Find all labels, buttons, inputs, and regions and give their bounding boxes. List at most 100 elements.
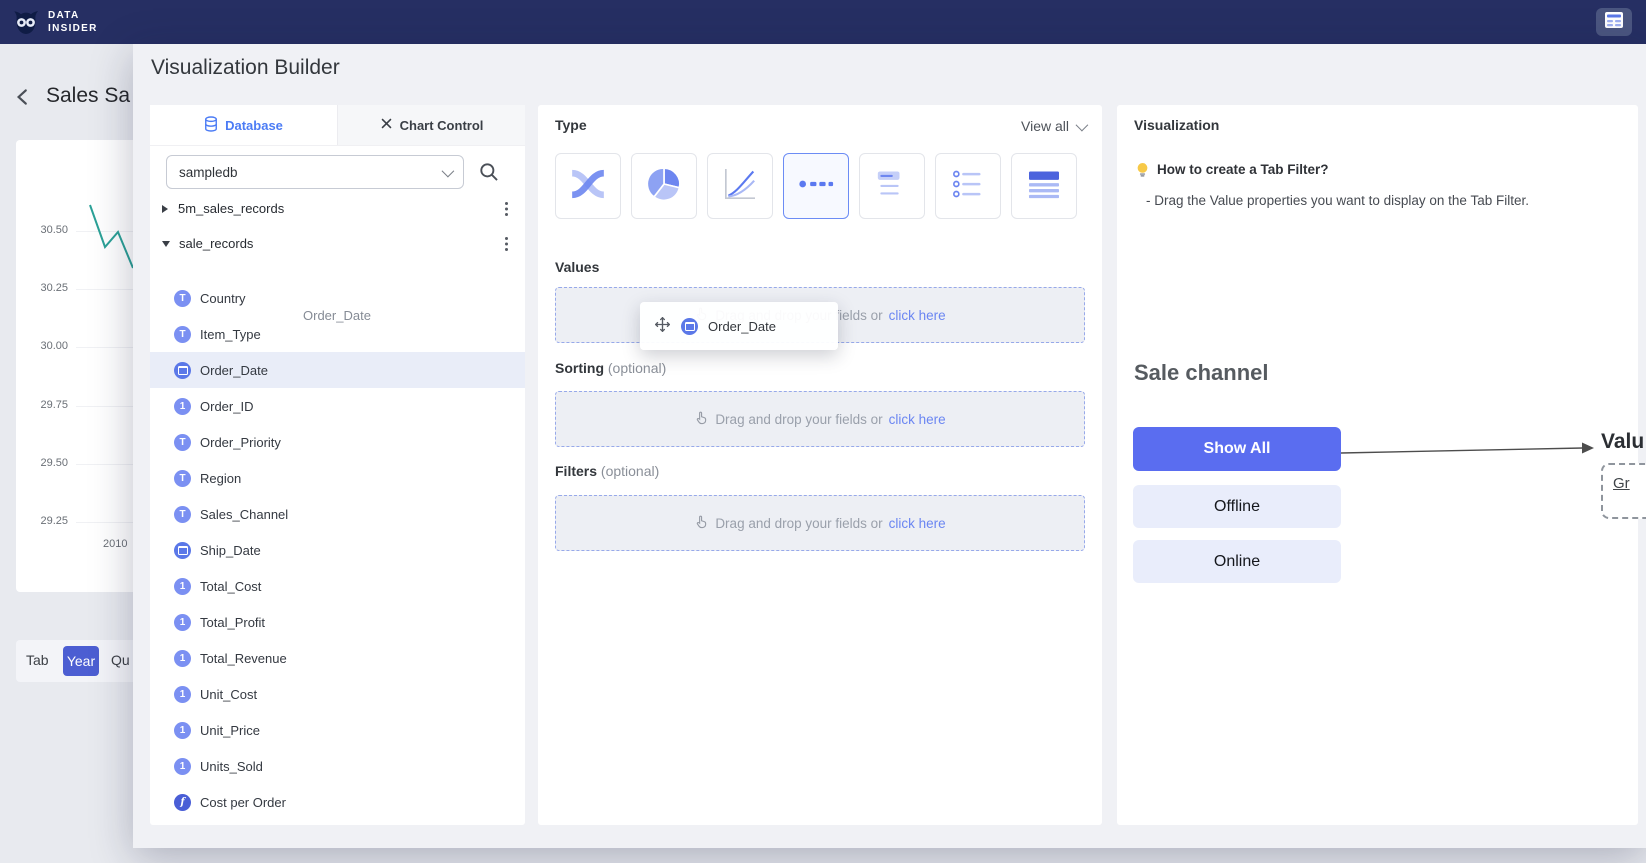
field-row-order-date[interactable]: Order_Date [150,352,525,388]
field-row-total-profit[interactable]: Total_Profit [150,604,525,640]
tab-database[interactable]: Database [150,105,337,145]
field-label: Order_Date [200,363,268,378]
number-field-icon [174,686,191,703]
field-row-unit-price[interactable]: Unit_Price [150,712,525,748]
view-all-button[interactable]: View all [1021,118,1085,134]
dropzone-text: Drag and drop your fields or [715,412,882,427]
line-chart-icon [720,164,760,209]
chevron-down-icon [442,164,455,177]
tab-chart-control-label: Chart Control [400,118,484,133]
filters-dropzone[interactable]: Drag and drop your fields or click here [555,495,1085,551]
field-label: Total_Revenue [200,651,287,666]
annotation-label: Valu [1601,430,1644,454]
annotation-arrow [1341,439,1595,461]
number-field-icon [174,758,191,775]
tab-filter-icon [796,164,836,209]
chevron-down-icon [1076,118,1089,131]
click-here-link[interactable]: click here [889,308,946,323]
tab-tab[interactable]: Tab [26,652,49,668]
field-label: Total_Cost [200,579,261,594]
date-field-icon [174,542,191,559]
search-icon[interactable] [478,161,502,185]
sorting-optional-text: (optional) [608,360,666,376]
expand-arrow-icon[interactable] [162,205,168,213]
tab-chart-control[interactable]: Chart Control [337,105,525,145]
table-label: 5m_sales_records [178,201,284,216]
owl-logo-icon[interactable] [10,6,42,38]
field-label: Ship_Date [200,543,261,558]
values-label-text: Values [555,259,599,275]
chart-type-row [555,153,1077,219]
y-axis-label: 29.25 [28,515,68,527]
field-row-unit-cost[interactable]: Unit_Cost [150,676,525,712]
type-section-label: Type [555,117,587,133]
number-field-icon [174,578,191,595]
click-here-link[interactable]: click here [889,516,946,531]
function-field-icon [174,794,191,811]
field-row-order-priority[interactable]: Order_Priority [150,424,525,460]
field-label: Region [200,471,241,486]
field-row-country[interactable]: Country [150,280,525,316]
field-label: Sales_Channel [200,507,288,522]
field-row-cost-per-order[interactable]: Cost per Order [150,784,525,820]
field-row-order-id[interactable]: Order_ID [150,388,525,424]
text-field-icon [174,290,191,307]
annotation-box-label: Gr [1613,475,1630,492]
field-row-units-sold[interactable]: Units_Sold [150,748,525,784]
preview-button-online[interactable]: Online [1133,540,1341,583]
sorting-dropzone[interactable]: Drag and drop your fields or click here [555,391,1085,447]
kebab-menu-icon[interactable] [505,236,509,252]
chart-type-multi-select-list-card[interactable] [935,153,1001,219]
drag-ghost-card[interactable]: Order_Date [640,302,838,350]
database-panel: Database Chart Control sampledb [150,105,525,825]
click-here-link[interactable]: click here [889,412,946,427]
visualization-panel: Visualization How to create a Tab Filter… [1117,105,1638,825]
chart-type-single-select-list-card[interactable] [859,153,925,219]
field-label: Order_ID [200,399,253,414]
field-row-region[interactable]: Region [150,460,525,496]
annotation-dashed-box[interactable]: Gr [1601,463,1646,519]
view-all-label: View all [1021,118,1069,134]
back-button[interactable] [12,86,34,108]
field-label: Item_Type [200,327,261,342]
tab-year[interactable]: Year [63,646,99,676]
values-section-label: Values [555,259,599,275]
database-icon [204,116,218,135]
chart-type-line-card[interactable] [707,153,773,219]
hand-icon [694,410,709,428]
field-list: Country Item_Type Order_Date Order_ID Or… [150,280,525,820]
schema-tree: 5m_sales_records sale_records [150,191,525,261]
chart-type-table-card[interactable] [1011,153,1077,219]
field-label: Cost per Order [200,795,286,810]
preview-button-show-all[interactable]: Show All [1133,427,1341,471]
dashboard-grid-button[interactable] [1596,8,1632,36]
field-label: Order_Priority [200,435,281,450]
text-field-icon [174,506,191,523]
database-select[interactable]: sampledb [166,155,464,189]
field-row-ship-date[interactable]: Ship_Date [150,532,525,568]
filters-label-text: Filters [555,463,597,479]
field-label: Total_Profit [200,615,265,630]
field-row-sales-channel[interactable]: Sales_Channel [150,496,525,532]
date-field-icon [174,362,191,379]
field-row-total-cost[interactable]: Total_Cost [150,568,525,604]
y-axis-label: 29.50 [28,457,68,469]
chart-type-sankey-card[interactable] [555,153,621,219]
text-field-icon [174,470,191,487]
field-row-item-type[interactable]: Item_Type [150,316,525,352]
chart-type-pie-card[interactable] [631,153,697,219]
sankey-chart-icon [568,164,608,209]
table-row-5m-sales-records[interactable]: 5m_sales_records [150,191,525,226]
preview-title: Sale channel [1134,360,1269,386]
field-label: Units_Sold [200,759,263,774]
visualization-builder-modal: Visualization Builder Database [133,44,1646,848]
chart-type-tab-filter-card[interactable] [783,153,849,219]
preview-button-offline[interactable]: Offline [1133,485,1341,528]
dropzone-text: Drag and drop your fields or [715,516,882,531]
kebab-menu-icon[interactable] [505,201,509,217]
tab-quarter[interactable]: Qu [111,652,130,668]
collapse-arrow-icon[interactable] [162,241,170,247]
table-row-sale-records[interactable]: sale_records [150,226,525,261]
multi-select-list-icon [948,164,988,209]
field-row-total-revenue[interactable]: Total_Revenue [150,640,525,676]
